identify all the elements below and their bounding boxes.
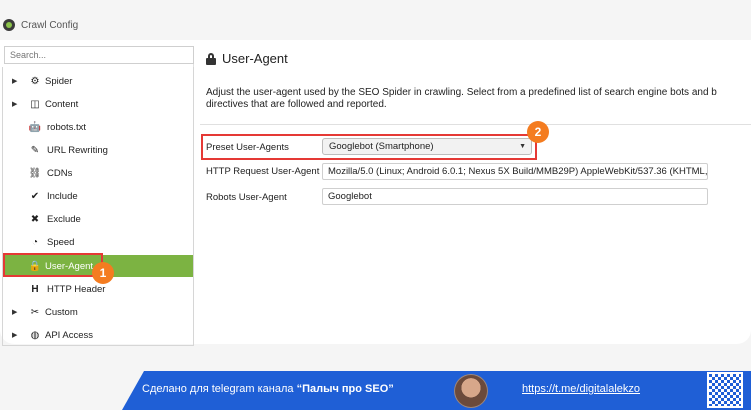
sidebar-item-custom[interactable]: ▶ ✂ Custom [3, 301, 193, 323]
banner-channel-name: “Палыч про SEO” [296, 383, 394, 395]
page-title: User-Agent [206, 51, 288, 66]
columns-icon: ◫ [30, 98, 40, 110]
sidebar-item-exclude[interactable]: ✖ Exclude [3, 208, 193, 230]
sidebar-item-cdns[interactable]: ⛓ CDNs [3, 162, 193, 184]
robot-icon: 🤖 [28, 121, 42, 133]
expand-arrow-icon[interactable]: ▶ [12, 308, 17, 316]
telegram-link[interactable]: https://t.me/digitalalekzo [522, 383, 640, 395]
rewrite-icon: ✎ [30, 144, 40, 156]
speedometer-icon: ◔ [31, 236, 39, 248]
sidebar-item-label: Include [47, 190, 78, 202]
sidebar-item-include[interactable]: ✔ Include [3, 185, 193, 207]
promo-banner: Сделано для telegram канала “Палыч про S… [122, 371, 751, 410]
check-circle-icon: ✔ [30, 190, 40, 202]
window-titlebar: Crawl Config [0, 12, 751, 38]
sidebar-nav: ▶ ⚙ Spider ▶ ◫ Content 🤖 robots.txt ✎ UR… [2, 67, 194, 346]
description-line-1: Adjust the user-agent used by the SEO Sp… [206, 87, 717, 98]
sidebar-item-label: Content [45, 98, 79, 110]
divider [200, 124, 751, 125]
description: Adjust the user-agent used by the SEO Sp… [206, 87, 751, 111]
globe-icon: ◍ [30, 329, 40, 341]
window-title: Crawl Config [21, 19, 79, 31]
sidebar-item-robots-txt[interactable]: 🤖 robots.txt [3, 116, 193, 138]
sidebar-item-label: API Access [45, 329, 94, 341]
qr-code-icon [707, 372, 743, 408]
robots-user-agent-label: Robots User-Agent [206, 192, 287, 203]
sidebar-item-label: Custom [45, 306, 78, 318]
banner-made-text: Сделано для telegram канала [142, 383, 297, 395]
expand-arrow-icon[interactable]: ▶ [12, 100, 17, 108]
highlight-box-preset [201, 134, 537, 160]
sidebar-item-label: CDNs [47, 167, 73, 179]
sidebar-item-label: robots.txt [47, 121, 87, 133]
sidebar-item-label: Speed [47, 236, 75, 248]
page-title-text: User-Agent [222, 51, 288, 66]
highlight-box-user-agent [3, 253, 103, 277]
sidebar-item-speed[interactable]: ◔ Speed [3, 231, 193, 253]
avatar [454, 374, 488, 408]
expand-arrow-icon[interactable]: ▶ [12, 331, 17, 339]
tools-icon: ✂ [30, 306, 40, 318]
step-badge-1: 1 [92, 262, 114, 284]
x-circle-icon: ✖ [30, 213, 40, 225]
http-request-user-agent-input[interactable]: Mozilla/5.0 (Linux; Android 6.0.1; Nexus… [322, 163, 708, 180]
banner-text: Сделано для telegram канала “Палыч про S… [142, 383, 394, 395]
description-line-2: directives that are followed and reporte… [206, 99, 387, 110]
sidebar: ▶ ⚙ Spider ▶ ◫ Content 🤖 robots.txt ✎ UR… [2, 46, 194, 346]
sidebar-item-label: Exclude [47, 213, 81, 225]
sidebar-item-label: HTTP Header [47, 283, 106, 295]
app-logo-icon [3, 19, 15, 31]
sidebar-item-label: Spider [45, 75, 73, 87]
robots-user-agent-input[interactable]: Googlebot [322, 188, 708, 205]
step-badge-2: 2 [527, 121, 549, 143]
expand-arrow-icon[interactable]: ▶ [12, 77, 17, 85]
user-agent-icon [206, 52, 216, 65]
search-input[interactable] [4, 46, 194, 64]
http-request-user-agent-label: HTTP Request User-Agent [206, 166, 320, 177]
sidebar-item-api-access[interactable]: ▶ ◍ API Access [3, 324, 193, 346]
sidebar-item-content[interactable]: ▶ ◫ Content [3, 93, 193, 115]
sidebar-item-url-rewriting[interactable]: ✎ URL Rewriting [3, 139, 193, 161]
header-h-icon: H [31, 283, 39, 295]
gear-icon: ⚙ [30, 75, 40, 87]
sidebar-item-spider[interactable]: ▶ ⚙ Spider [3, 70, 193, 92]
network-icon: ⛓ [28, 167, 42, 179]
sidebar-item-label: URL Rewriting [47, 144, 108, 156]
